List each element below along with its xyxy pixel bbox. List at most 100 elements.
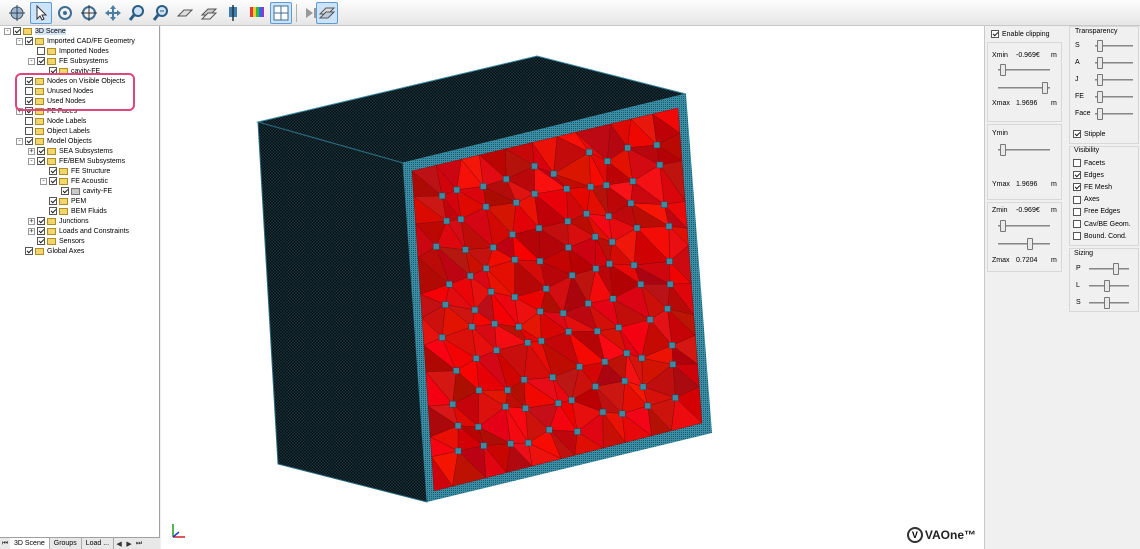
- prev-tab-button[interactable]: ◀: [114, 540, 124, 548]
- tree-item-checkbox[interactable]: [25, 117, 33, 125]
- collapse-icon[interactable]: -: [28, 57, 35, 65]
- tree-item[interactable]: Global Axes: [16, 246, 84, 256]
- tree-item[interactable]: - 3D Scene: [4, 26, 66, 36]
- color-palette-icon[interactable]: [246, 2, 268, 24]
- sizing-slider[interactable]: [1089, 263, 1129, 275]
- 3d-viewport[interactable]: V VAOne™: [161, 26, 984, 549]
- tree-item-checkbox[interactable]: [37, 237, 45, 245]
- collapse-icon[interactable]: -: [16, 137, 23, 145]
- stipple-checkbox[interactable]: Stipple: [1073, 130, 1105, 138]
- visibility-checkbox[interactable]: [1073, 171, 1081, 180]
- last-tab-button[interactable]: ⏭: [134, 540, 144, 548]
- tree-item-checkbox[interactable]: [25, 127, 33, 135]
- tree-item[interactable]: - Imported CAD/FE Geometry: [16, 36, 135, 46]
- visibility-checkbox[interactable]: [1073, 207, 1081, 216]
- tree-item[interactable]: - FE/BEM Subsystems: [28, 156, 125, 166]
- collapse-icon[interactable]: -: [16, 37, 23, 45]
- next-tab-button[interactable]: ▶: [124, 540, 134, 548]
- zmax-value[interactable]: 0.7204: [1016, 257, 1037, 264]
- zmin-slider[interactable]: [998, 220, 1050, 232]
- xmin-slider[interactable]: [998, 64, 1050, 76]
- zoom-icon[interactable]: [126, 2, 148, 24]
- expand-icon[interactable]: +: [28, 227, 35, 235]
- fe-mesh-scene[interactable]: [161, 26, 984, 549]
- visibility-checkbox[interactable]: [1073, 220, 1081, 228]
- move-icon[interactable]: [222, 2, 244, 24]
- tree-item[interactable]: Imported Nodes: [28, 46, 109, 56]
- tree-item-checkbox[interactable]: [37, 57, 45, 65]
- stipple-check[interactable]: [1073, 130, 1081, 138]
- visibility-option[interactable]: Axes: [1073, 195, 1100, 204]
- tree-item-checkbox[interactable]: [37, 227, 45, 235]
- transparency-slider[interactable]: [1095, 91, 1133, 103]
- transparency-slider[interactable]: [1095, 57, 1133, 69]
- collapse-icon[interactable]: -: [40, 177, 47, 185]
- sizing-slider[interactable]: [1089, 297, 1129, 309]
- tree-item-checkbox[interactable]: [25, 247, 33, 255]
- tree-item[interactable]: - FE Acoustic: [40, 176, 108, 186]
- collapse-icon[interactable]: -: [4, 27, 11, 35]
- tree-item-checkbox[interactable]: [61, 187, 69, 195]
- tree-item[interactable]: BEM Fluids: [40, 206, 107, 216]
- xmax-slider[interactable]: [998, 82, 1050, 94]
- tree-item[interactable]: Object Labels: [16, 126, 90, 136]
- collapse-icon[interactable]: -: [28, 157, 35, 165]
- zmax-slider[interactable]: [998, 238, 1050, 250]
- visibility-checkbox[interactable]: [1073, 195, 1081, 204]
- enable-clipping-check[interactable]: [991, 30, 999, 38]
- tree-item[interactable]: + SEA Subsystems: [28, 146, 113, 156]
- globe-icon[interactable]: [6, 2, 28, 24]
- rotate-axis-icon[interactable]: [78, 2, 100, 24]
- first-tab-button[interactable]: ⏮: [0, 540, 10, 548]
- tree-item[interactable]: PEM: [40, 196, 86, 206]
- enable-clipping-checkbox[interactable]: Enable clipping: [991, 30, 1049, 38]
- zmin-value[interactable]: -0.969€: [1016, 207, 1040, 214]
- tree-item[interactable]: Sensors: [28, 236, 85, 246]
- ymin-slider[interactable]: [998, 144, 1050, 156]
- visibility-option[interactable]: Edges: [1073, 171, 1104, 180]
- tree-item[interactable]: FE Structure: [40, 166, 110, 176]
- tab-groups[interactable]: Groups: [50, 538, 82, 549]
- slice-view-icon[interactable]: [316, 2, 338, 24]
- pointer-icon[interactable]: [30, 2, 52, 24]
- tab-3d-scene[interactable]: 3D Scene: [10, 538, 50, 549]
- section-icon[interactable]: [198, 2, 220, 24]
- visibility-checkbox[interactable]: [1073, 232, 1081, 241]
- visibility-option[interactable]: Cav/BE Geom.: [1073, 220, 1131, 228]
- tree-item-checkbox[interactable]: [49, 207, 57, 215]
- tree-item[interactable]: cavity-FE: [52, 186, 112, 196]
- xmin-value[interactable]: -0.969€: [1016, 52, 1040, 59]
- expand-icon[interactable]: +: [28, 147, 35, 155]
- rotate-icon[interactable]: [54, 2, 76, 24]
- split-view-icon[interactable]: [270, 2, 292, 24]
- visibility-checkbox[interactable]: [1073, 159, 1081, 167]
- tree-item-checkbox[interactable]: [49, 177, 57, 185]
- tree-item-checkbox[interactable]: [25, 137, 33, 145]
- tab-load[interactable]: Load ...: [82, 538, 115, 549]
- tree-item-checkbox[interactable]: [49, 197, 57, 205]
- tree-item-checkbox[interactable]: [37, 157, 45, 165]
- tree-item-checkbox[interactable]: [37, 217, 45, 225]
- ymax-value[interactable]: 1.9696: [1016, 181, 1037, 188]
- tree-item[interactable]: - FE Subsystems: [28, 56, 108, 66]
- pan-icon[interactable]: [102, 2, 124, 24]
- transparency-slider[interactable]: [1095, 74, 1133, 86]
- sizing-slider[interactable]: [1089, 280, 1129, 292]
- tree-item[interactable]: + Loads and Constraints: [28, 226, 129, 236]
- plane-icon[interactable]: [174, 2, 196, 24]
- visibility-option[interactable]: Free Edges: [1073, 207, 1120, 216]
- tree-item-checkbox[interactable]: [13, 27, 21, 35]
- expand-icon[interactable]: +: [28, 217, 35, 225]
- tree-item-checkbox[interactable]: [25, 37, 33, 45]
- transparency-slider[interactable]: [1095, 40, 1133, 52]
- visibility-option[interactable]: FE Mesh: [1073, 183, 1112, 192]
- tree-item[interactable]: Node Labels: [16, 116, 86, 126]
- visibility-option[interactable]: Bound. Cond.: [1073, 232, 1127, 241]
- tree-item-checkbox[interactable]: [49, 167, 57, 175]
- visibility-checkbox[interactable]: [1073, 183, 1081, 192]
- zoom-window-icon[interactable]: [150, 2, 172, 24]
- xmax-value[interactable]: 1.9696: [1016, 100, 1037, 107]
- tree-item[interactable]: + Junctions: [28, 216, 89, 226]
- tree-item-checkbox[interactable]: [37, 147, 45, 155]
- visibility-option[interactable]: Facets: [1073, 159, 1105, 167]
